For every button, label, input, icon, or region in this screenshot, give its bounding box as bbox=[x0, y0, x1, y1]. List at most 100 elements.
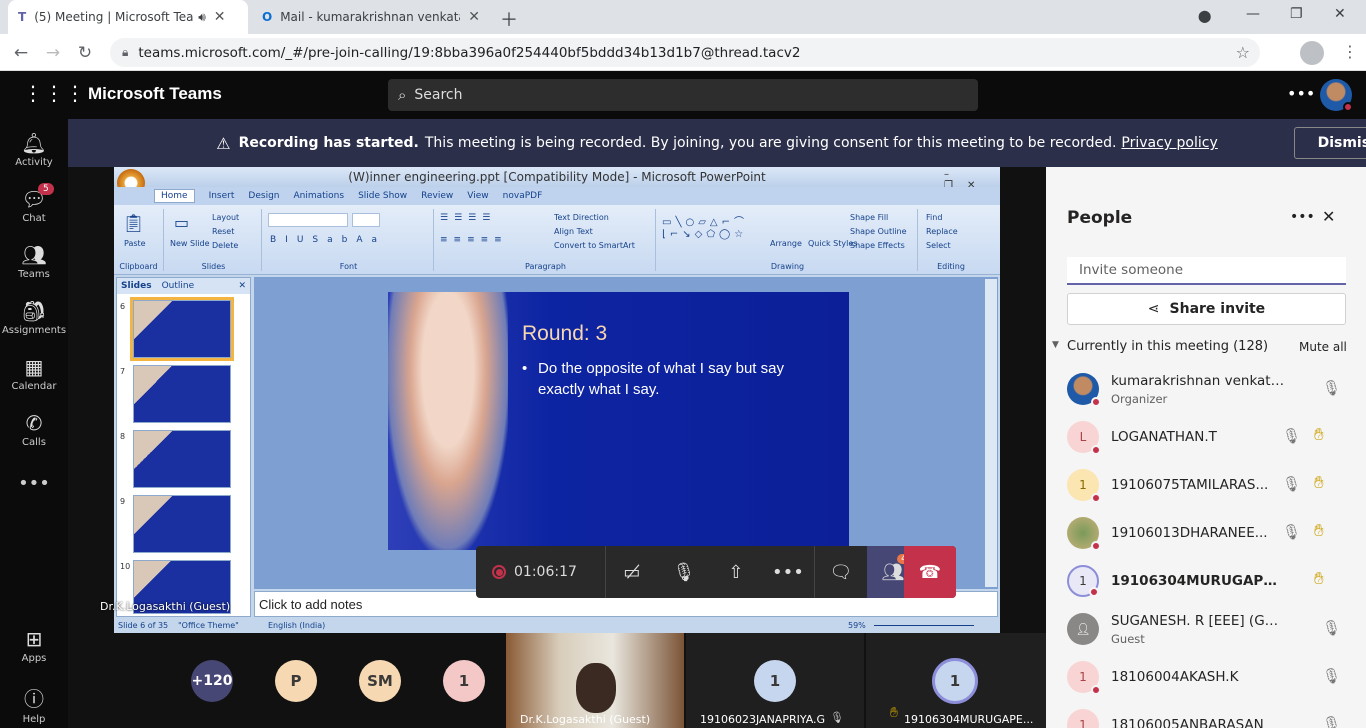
new-tab-icon[interactable]: ＋ bbox=[500, 6, 518, 32]
hang-up-button[interactable]: ☎︎ bbox=[904, 546, 956, 598]
pane-tab-outline[interactable]: Outline bbox=[162, 281, 195, 291]
slide-scrollbar[interactable] bbox=[985, 279, 997, 587]
slide-thumbnail[interactable] bbox=[133, 495, 231, 553]
privacy-policy-link[interactable]: Privacy policy bbox=[1121, 135, 1217, 151]
browser-menu-icon[interactable]: ⋮ bbox=[1342, 42, 1358, 61]
shapes-gallery-icon[interactable]: ⌊⌐↘◇⬠◯☆ bbox=[662, 229, 747, 240]
overflow-participants[interactable]: +120 bbox=[191, 660, 233, 702]
minimize-icon[interactable]: — bbox=[1246, 6, 1260, 22]
shape-outline-button[interactable]: Shape Outline bbox=[850, 227, 907, 236]
close-window-icon[interactable]: ✕ bbox=[1334, 6, 1346, 22]
text-direction-button[interactable]: Text Direction bbox=[554, 213, 609, 222]
slide-thumbnail[interactable] bbox=[133, 365, 231, 423]
participant-row[interactable]: 👤︎ SUGANESH. R [EEE] (Guest) Guest 🎙︎ bbox=[1046, 605, 1366, 653]
slide-thumbnail[interactable] bbox=[130, 297, 234, 361]
ppt-tab-slideshow[interactable]: Slide Show bbox=[358, 191, 407, 201]
rail-calendar[interactable]: ▦ Calendar bbox=[0, 355, 68, 392]
participant-row[interactable]: 1 18106004AKASH.K 🎙︎ bbox=[1046, 653, 1366, 701]
participant-row[interactable]: 1 19106304MURUGAPERU... ✋︎ bbox=[1046, 557, 1366, 605]
rail-activity[interactable]: 🔔︎ Activity bbox=[0, 131, 68, 168]
close-panel-icon[interactable]: ✕ bbox=[1322, 207, 1335, 226]
shape-effects-button[interactable]: Shape Effects bbox=[850, 241, 905, 250]
align-text-button[interactable]: Align Text bbox=[554, 227, 593, 236]
panel-more-icon[interactable]: ••• bbox=[1290, 209, 1315, 225]
participant-tile[interactable]: 1 ✋︎ 19106304MURUGAPE... bbox=[866, 633, 1046, 728]
zoom-slider[interactable] bbox=[874, 625, 974, 626]
slide-thumbnail[interactable] bbox=[133, 430, 231, 488]
shapes-gallery-icon[interactable]: ▭╲○▱△⌐⌒ bbox=[662, 213, 748, 228]
more-apps-icon[interactable]: ••• bbox=[0, 473, 68, 494]
font-format-icons[interactable]: BIUSabAa bbox=[270, 235, 386, 245]
browser-tab-mail[interactable]: O Mail - kumarakrishnan venkatachalam ✕ bbox=[252, 0, 492, 34]
rail-teams[interactable]: 👥︎ Teams bbox=[0, 243, 68, 280]
delete-button[interactable]: Delete bbox=[212, 241, 238, 250]
font-size-field[interactable] bbox=[352, 213, 380, 227]
more-options-icon[interactable]: ••• bbox=[1287, 84, 1315, 103]
browser-tab-teams[interactable]: T (5) Meeting | Microsoft Teams 🔊︎ ✕ bbox=[8, 0, 248, 34]
list-icons[interactable]: ☰☰☰☰ bbox=[440, 213, 496, 223]
arrange-button[interactable]: Arrange bbox=[770, 239, 802, 248]
reset-button[interactable]: Reset bbox=[212, 227, 234, 236]
reload-icon[interactable]: ↻ bbox=[72, 40, 98, 66]
select-button[interactable]: Select bbox=[926, 241, 951, 250]
participant-row[interactable]: L LOGANATHAN.T 🎙︎ ✋︎ bbox=[1046, 413, 1366, 461]
rail-apps[interactable]: ⊞ Apps bbox=[0, 627, 68, 664]
align-icons[interactable]: ≡≡≡≡≡ bbox=[440, 235, 508, 245]
participant-row[interactable]: kumarakrishnan venkatachal... Organizer … bbox=[1046, 365, 1366, 413]
share-screen-icon[interactable]: ⇧ bbox=[710, 546, 762, 598]
mute-all-button[interactable]: Mute all bbox=[1299, 340, 1347, 354]
more-actions-icon[interactable]: ••• bbox=[762, 546, 814, 598]
replace-button[interactable]: Replace bbox=[926, 227, 958, 236]
participant-avatar[interactable]: 1 bbox=[443, 660, 485, 702]
rail-help[interactable]: ⓘ Help bbox=[0, 683, 68, 725]
ppt-tab-novapdf[interactable]: novaPDF bbox=[503, 191, 543, 201]
close-tab-icon[interactable]: ✕ bbox=[468, 9, 480, 25]
close-tab-icon[interactable]: ✕ bbox=[214, 9, 226, 25]
paste-button[interactable]: Paste bbox=[124, 239, 146, 248]
rail-calls[interactable]: ✆ Calls bbox=[0, 411, 68, 448]
layout-button[interactable]: Layout bbox=[212, 213, 239, 222]
participant-avatar[interactable]: P bbox=[275, 660, 317, 702]
pane-tab-slides[interactable]: Slides bbox=[121, 281, 152, 291]
bookmark-star-icon[interactable]: ☆ bbox=[1236, 43, 1250, 62]
shape-fill-button[interactable]: Shape Fill bbox=[850, 213, 888, 222]
forward-icon[interactable]: → bbox=[40, 40, 66, 66]
profile-icon[interactable] bbox=[1300, 41, 1324, 65]
share-invite-button[interactable]: ⋖ Share invite bbox=[1067, 293, 1346, 325]
back-icon[interactable]: ← bbox=[8, 40, 34, 66]
video-tile[interactable]: Dr.K.Logasakthi (Guest) bbox=[506, 633, 684, 728]
rail-chat[interactable]: 💬︎ 5 Chat bbox=[0, 183, 68, 224]
find-button[interactable]: Find bbox=[926, 213, 942, 222]
meeting-section-header[interactable]: ▼ Currently in this meeting (128) bbox=[1052, 339, 1268, 354]
dismiss-button[interactable]: Dismiss bbox=[1294, 127, 1366, 159]
ppt-tab-design[interactable]: Design bbox=[248, 191, 279, 201]
maximize-icon[interactable]: ❐ bbox=[1290, 6, 1303, 22]
close-pane-icon[interactable]: ✕ bbox=[238, 281, 246, 291]
address-bar[interactable]: 🔒︎ teams.microsoft.com/_#/pre-join-calli… bbox=[110, 38, 1260, 67]
app-launcher-icon[interactable]: ⋮⋮⋮ bbox=[23, 81, 86, 105]
participant-row[interactable]: 1 19106075TAMILARAS... 🎙︎ ✋︎ bbox=[1046, 461, 1366, 509]
paste-icon[interactable]: 📋︎ bbox=[122, 213, 145, 234]
convert-smartart-button[interactable]: Convert to SmartArt bbox=[554, 241, 635, 250]
rail-assignments[interactable]: 🎒︎ Assignments bbox=[0, 299, 68, 336]
ppt-tab-animations[interactable]: Animations bbox=[293, 191, 344, 201]
ppt-tab-view[interactable]: View bbox=[467, 191, 488, 201]
chat-icon[interactable]: 🗨︎ bbox=[815, 546, 867, 598]
camera-off-icon[interactable]: ▭̸ bbox=[606, 546, 658, 598]
tab-search-icon[interactable]: ⬤ bbox=[1198, 9, 1211, 23]
ppt-tab-home[interactable]: Home bbox=[154, 189, 195, 203]
user-avatar[interactable] bbox=[1320, 79, 1353, 112]
new-slide-icon[interactable]: ▭ bbox=[174, 213, 189, 232]
new-slide-button[interactable]: New Slide bbox=[170, 239, 210, 248]
font-name-field[interactable] bbox=[268, 213, 348, 227]
invite-input[interactable]: Invite someone bbox=[1067, 257, 1346, 285]
search-input[interactable]: ⌕ Search bbox=[388, 79, 978, 111]
ppt-tab-insert[interactable]: Insert bbox=[209, 191, 235, 201]
ppt-tab-review[interactable]: Review bbox=[421, 191, 453, 201]
participant-row[interactable]: 1 18106005ANBARASAN 🎙︎ bbox=[1046, 701, 1366, 728]
mic-off-icon[interactable]: 🎙︎ bbox=[658, 546, 710, 598]
participant-row[interactable]: 19106013DHARANEE... 🎙︎ ✋︎ bbox=[1046, 509, 1366, 557]
participant-tile[interactable]: 1 19106023JANAPRIYA.G 🎙︎ bbox=[686, 633, 864, 728]
participant-avatar[interactable]: SM bbox=[359, 660, 401, 702]
current-slide[interactable]: Round: 3 Do the opposite of what I say b… bbox=[388, 292, 849, 550]
